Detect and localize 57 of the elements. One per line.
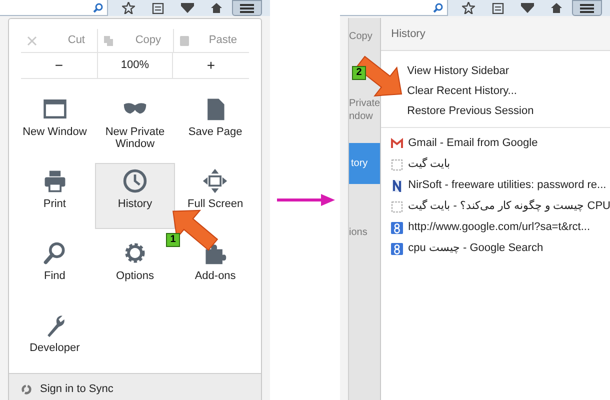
url-field[interactable] [340,0,448,16]
visited-page-link[interactable]: NirSoft - freeware utilities: password re... [381,175,610,196]
visited-page-link[interactable]: CPU چیست و چگونه کار می‌کند؟ - بایت گیت [381,196,610,217]
menu-item[interactable]: View History Sidebar [407,61,510,81]
menu-item[interactable]: ndow [349,110,380,123]
menu-item[interactable]: Full Screen [176,163,255,229]
panel-title: History [381,18,610,51]
star-icon[interactable] [122,2,135,14]
g-logo-icon [391,222,404,234]
arrows-icon [202,168,228,194]
blank-page-icon [391,200,404,212]
g-logo-icon [391,242,404,254]
n-logo-icon [391,180,404,192]
zoom-in-button[interactable]: + [173,53,249,78]
menu-button[interactable] [572,0,602,16]
menu-item[interactable]: New Window [15,91,94,157]
menu-item[interactable]: Restore Previous Session [407,101,534,121]
arrow-drawing [275,194,335,206]
menu-item[interactable]: Find [15,235,94,301]
copy-icon [104,36,114,46]
home-icon[interactable] [211,3,222,13]
url-field[interactable] [0,0,108,16]
menu-item[interactable]: Developer [15,307,94,373]
step-badge: 2 [352,66,366,80]
shield-icon[interactable] [521,3,534,13]
menu-item[interactable]: History [95,163,175,229]
visited-page-link[interactable]: cpu چیست - Google Search [381,238,610,259]
clipboard-icon [180,35,189,46]
step-badge: 1 [166,233,180,247]
clock-icon [122,168,148,194]
list-icon[interactable] [492,2,504,14]
menu-item[interactable]: Clear Recent History... [407,81,517,101]
visited-page-link[interactable]: Gmail - Email from Google [381,133,610,154]
visited-page-link[interactable]: http://www.google.com/url?sa=t&rct... [381,217,610,238]
blank-page-icon [391,158,404,170]
menu-item[interactable]: New Private Window [95,91,175,157]
menu-icon [580,4,594,12]
menu-item[interactable]: Copy [349,30,380,43]
gmail-icon [391,138,404,150]
zoom-reset-button[interactable]: 100% [97,53,173,78]
home-icon[interactable] [551,3,562,13]
search-icon [93,2,103,12]
shield-icon[interactable] [181,3,194,13]
menu-icon [240,4,254,12]
list-icon[interactable] [152,2,164,14]
menu-item[interactable]: ions [349,226,380,239]
scissors-icon [27,36,37,46]
menu-item[interactable]: Private [349,97,380,110]
sync-icon [21,384,32,395]
visited-page-link[interactable]: بایت گیت [381,154,610,175]
search-icon [433,2,443,12]
menu-item[interactable]: Save Page [176,91,255,157]
star-icon[interactable] [462,2,475,14]
zoom-out-button[interactable]: − [21,53,97,78]
menu-button[interactable] [232,0,262,16]
sync-button[interactable]: Sign in to Sync [9,373,261,400]
menu-item[interactable]: Print [15,163,94,229]
